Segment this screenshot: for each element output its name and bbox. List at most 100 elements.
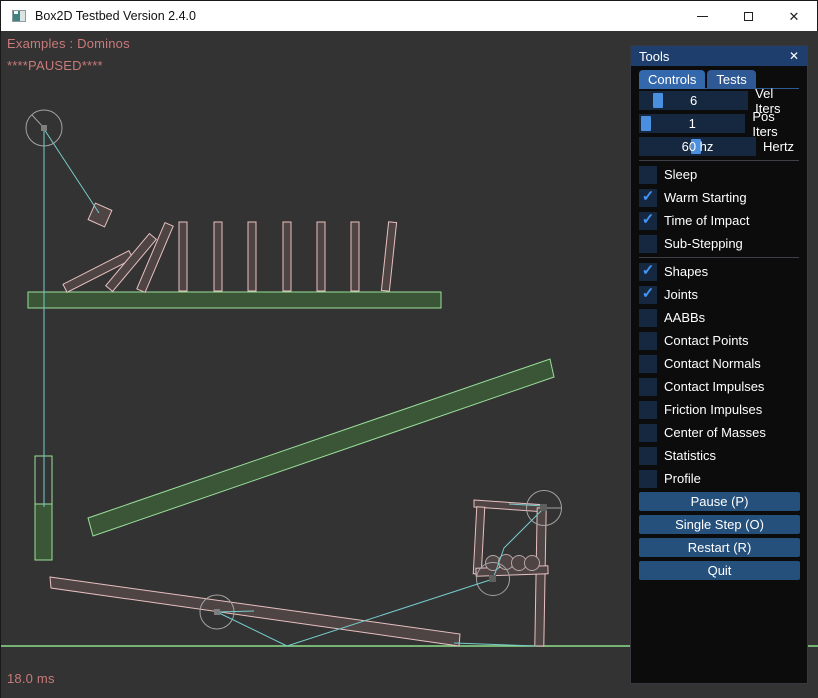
checkbox-center-of-masses[interactable] xyxy=(639,424,657,442)
tab-tests[interactable]: Tests xyxy=(707,70,755,89)
checkbox-contact-points[interactable] xyxy=(639,332,657,350)
slider-value: 1 xyxy=(639,114,745,133)
restart-r-button[interactable]: Restart (R) xyxy=(639,538,800,557)
tools-close-icon[interactable]: ✕ xyxy=(789,50,799,62)
slider-value: 60 hz xyxy=(639,137,756,156)
checkbox-row-aabbs: AABBs xyxy=(639,308,799,327)
slider-label: Hertz xyxy=(763,139,794,154)
checkbox-contact-impulses[interactable] xyxy=(639,378,657,396)
single-step-o-button[interactable]: Single Step (O) xyxy=(639,515,800,534)
checkbox-label: Warm Starting xyxy=(664,190,747,205)
checkbox-groups: Sleep ✓ Warm Starting ✓ Time of Impact Sub-St… xyxy=(639,165,799,488)
maximize-icon xyxy=(744,12,753,21)
check-icon: ✓ xyxy=(642,189,655,204)
separator xyxy=(639,257,799,258)
checkbox-label: Joints xyxy=(664,287,698,302)
checkbox-label: AABBs xyxy=(664,310,705,325)
tab-controls[interactable]: Controls xyxy=(639,70,705,89)
pendulum-box xyxy=(88,203,112,227)
checkbox-shapes[interactable]: ✓ xyxy=(639,263,657,281)
checkbox-sub-stepping[interactable] xyxy=(639,235,657,253)
checkbox-label: Contact Points xyxy=(664,333,749,348)
app-window: Box2D Testbed Version 2.4.0 ✕ Examples :… xyxy=(0,0,818,698)
check-icon: ✓ xyxy=(642,212,655,227)
separator xyxy=(639,160,799,161)
frame-time: 18.0 ms xyxy=(7,671,55,686)
slider-hertz[interactable]: 60 hz xyxy=(639,137,756,156)
joint-pendulum-rope xyxy=(44,129,99,213)
checkbox-row-contact-normals: Contact Normals xyxy=(639,354,799,373)
checkbox-label: Statistics xyxy=(664,448,716,463)
checkbox-label: Shapes xyxy=(664,264,708,279)
quit-button[interactable]: Quit xyxy=(639,561,800,580)
checkbox-label: Contact Impulses xyxy=(664,379,764,394)
checkbox-label: Sub-Stepping xyxy=(664,236,743,251)
left-column-fill xyxy=(35,504,52,560)
checkbox-warm-starting[interactable]: ✓ xyxy=(639,189,657,207)
slider-row-hertz: 60 hz Hertz xyxy=(639,137,799,156)
domino-5 xyxy=(317,222,325,291)
frame-right-post xyxy=(535,508,546,646)
domino-7-tilted xyxy=(381,222,396,291)
checkbox-row-time-of-impact: ✓ Time of Impact xyxy=(639,211,799,230)
checkbox-row-center-of-masses: Center of Masses xyxy=(639,423,799,442)
checkbox-row-sub-stepping: Sub-Stepping xyxy=(639,234,799,253)
com-dot-top-left xyxy=(41,125,47,131)
close-button[interactable]: ✕ xyxy=(771,1,817,31)
checkbox-label: Sleep xyxy=(664,167,697,182)
checkbox-label: Friction Impulses xyxy=(664,402,762,417)
window-title: Box2D Testbed Version 2.4.0 xyxy=(35,9,196,23)
slider-row-vel-iters: 6Vel Iters xyxy=(639,91,799,110)
checkbox-contact-normals[interactable] xyxy=(639,355,657,373)
checkbox-row-profile: Profile xyxy=(639,469,799,488)
domino-3 xyxy=(248,222,256,291)
check-icon: ✓ xyxy=(642,286,655,301)
checkbox-time-of-impact[interactable]: ✓ xyxy=(639,212,657,230)
checkbox-joints[interactable]: ✓ xyxy=(639,286,657,304)
domino-1 xyxy=(179,222,187,291)
checkbox-label: Time of Impact xyxy=(664,213,749,228)
checkbox-row-contact-points: Contact Points xyxy=(639,331,799,350)
slider-value: 6 xyxy=(639,91,748,110)
fallen-domino-3 xyxy=(137,223,173,293)
app-icon xyxy=(12,10,26,22)
checkbox-profile[interactable] xyxy=(639,470,657,488)
checkbox-row-warm-starting: ✓ Warm Starting xyxy=(639,188,799,207)
slider-pos-iters[interactable]: 1 xyxy=(639,114,745,133)
pause-p-button[interactable]: Pause (P) xyxy=(639,492,800,511)
checkbox-row-shapes: ✓ Shapes xyxy=(639,262,799,281)
checkbox-label: Contact Normals xyxy=(664,356,761,371)
checkbox-aabbs[interactable] xyxy=(639,309,657,327)
domino-4 xyxy=(283,222,291,291)
minimize-icon xyxy=(697,16,708,17)
checkbox-row-joints: ✓ Joints xyxy=(639,285,799,304)
tools-panel: Tools ✕ ControlsTests 6Vel Iters1Pos Ite… xyxy=(630,45,808,684)
frame-left-post xyxy=(473,507,484,574)
checkbox-label: Center of Masses xyxy=(664,425,766,440)
slider-label: Pos Iters xyxy=(752,109,799,139)
com-dot-plank xyxy=(214,609,220,615)
checkbox-row-sleep: Sleep xyxy=(639,165,799,184)
minimize-button[interactable] xyxy=(679,1,725,31)
slider-vel-iters[interactable]: 6 xyxy=(639,91,748,110)
paused-status: ****PAUSED**** xyxy=(7,58,103,73)
button-stack: Pause (P) Single Step (O) Restart (R) Quit xyxy=(639,492,799,580)
com-dot-frame-low xyxy=(489,575,496,582)
tools-panel-titlebar[interactable]: Tools ✕ xyxy=(631,46,807,66)
maximize-button[interactable] xyxy=(725,1,771,31)
tools-panel-title: Tools xyxy=(639,49,789,64)
slider-group: 6Vel Iters1Pos Iters60 hzHertz xyxy=(639,91,799,156)
checkbox-statistics[interactable] xyxy=(639,447,657,465)
os-titlebar[interactable]: Box2D Testbed Version 2.4.0 ✕ xyxy=(1,1,817,31)
platform-static xyxy=(28,292,441,308)
checkbox-row-statistics: Statistics xyxy=(639,446,799,465)
close-icon: ✕ xyxy=(789,10,800,23)
slider-row-pos-iters: 1Pos Iters xyxy=(639,114,799,133)
checkbox-friction-impulses[interactable] xyxy=(639,401,657,419)
example-title: Examples : Dominos xyxy=(7,36,130,51)
domino-6 xyxy=(351,222,359,291)
checkbox-sleep[interactable] xyxy=(639,166,657,184)
bottom-plank xyxy=(50,577,460,646)
checkbox-row-friction-impulses: Friction Impulses xyxy=(639,400,799,419)
shelf-ball-4 xyxy=(525,556,540,571)
